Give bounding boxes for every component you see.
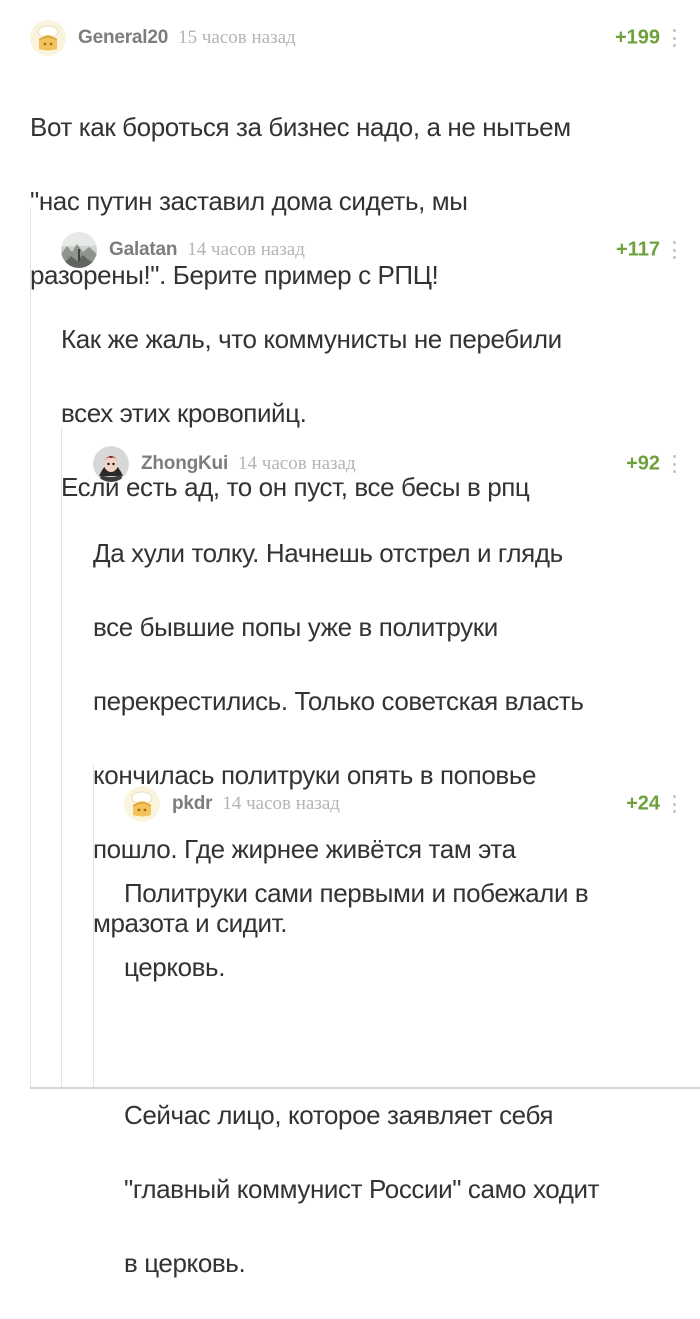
comment-text-line: Сейчас лицо, которое заявляет себя	[124, 1100, 554, 1130]
comment-text-line: Да хули толку. Начнешь отстрел и глядь	[93, 538, 563, 568]
comment-header: Galatan 14 часов назад +117	[61, 230, 700, 270]
comment-text-line: перекрестились. Только советская власть	[93, 686, 584, 716]
author-name[interactable]: Galatan	[109, 239, 177, 261]
more-options-icon[interactable]	[672, 795, 676, 813]
default-avatar-icon[interactable]	[30, 20, 66, 56]
comment-time[interactable]: 14 часов назад	[222, 793, 340, 815]
comment-rating: +117	[616, 238, 660, 261]
comment-time[interactable]: 14 часов назад	[187, 239, 305, 261]
comment-rating: +199	[614, 26, 660, 49]
comment-text: Политруки сами первыми и побежали в церк…	[124, 838, 684, 1319]
author-name[interactable]: General20	[78, 27, 168, 49]
comment-text-line: "главный коммунист России" само ходит	[124, 1174, 600, 1204]
comment-rating: +92	[626, 452, 660, 475]
more-options-icon[interactable]	[672, 455, 676, 473]
comment-text-line: в церковь.	[124, 1248, 246, 1278]
author-name[interactable]: pkdr	[172, 793, 213, 815]
default-avatar-icon[interactable]	[124, 786, 160, 822]
comment-time[interactable]: 14 часов назад	[238, 453, 356, 475]
thread-line-level-1[interactable]	[30, 207, 31, 1089]
character-avatar-icon[interactable]	[93, 446, 129, 482]
more-options-icon[interactable]	[672, 29, 676, 47]
comment-text-line: Вот как бороться за бизнес надо, а не ны…	[30, 112, 571, 142]
comment-header: General20 15 часов назад +199	[30, 18, 700, 58]
comment-text-line: Как же жаль, что коммунисты не перебили	[61, 324, 562, 354]
author-name[interactable]: ZhongKui	[141, 453, 228, 475]
comment-thread: General20 15 часов назад +199 Вот как бо…	[0, 0, 700, 1278]
comment-text-line: всех этих кровопийц.	[61, 398, 307, 428]
comment-text-line: "нас путин заставил дома сидеть, мы	[30, 186, 468, 216]
comment-text-line: Политруки сами первыми и побежали в	[124, 878, 589, 908]
photo-avatar-icon[interactable]	[61, 232, 97, 268]
comment-header: ZhongKui 14 часов назад +92	[93, 444, 700, 484]
comment-header: pkdr 14 часов назад +24	[124, 784, 700, 824]
comment-text-line: все бывшие попы уже в политруки	[93, 612, 498, 642]
comment-rating: +24	[626, 792, 660, 815]
comment-text-line: церковь.	[124, 952, 226, 982]
comment-time[interactable]: 15 часов назад	[178, 27, 296, 49]
more-options-icon[interactable]	[672, 241, 676, 259]
comment: pkdr 14 часов назад +24 Политруки сами п…	[124, 784, 700, 1319]
